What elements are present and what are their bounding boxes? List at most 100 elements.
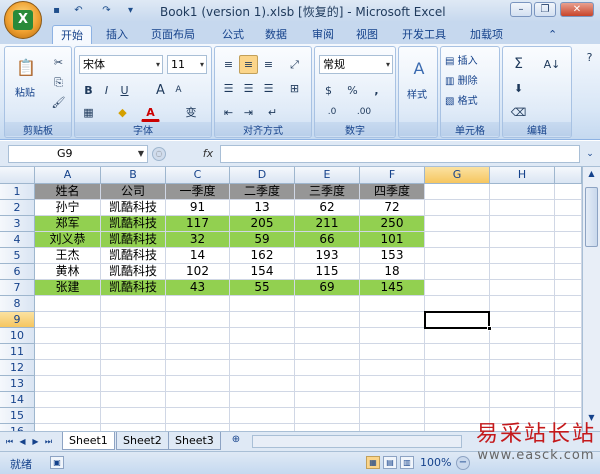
data-cell[interactable]: 孙宁 — [35, 200, 101, 216]
fill-handle[interactable] — [487, 326, 492, 331]
data-cell[interactable]: 张建 — [35, 280, 101, 296]
page-layout-view-icon[interactable]: ▤ — [383, 456, 397, 469]
close-button[interactable]: ✕ — [560, 2, 594, 17]
header-cell[interactable]: 公司 — [101, 184, 166, 200]
data-cell[interactable]: 62 — [295, 200, 360, 216]
cell[interactable] — [295, 392, 360, 408]
cell[interactable] — [425, 232, 490, 248]
row-header-6[interactable]: 6 — [0, 264, 35, 280]
cell[interactable] — [490, 328, 555, 344]
tab-7[interactable]: 视图 — [348, 25, 386, 44]
cell[interactable] — [230, 376, 295, 392]
cell[interactable] — [360, 360, 425, 376]
insert-function-button[interactable]: fx — [198, 145, 218, 163]
cell[interactable] — [490, 200, 555, 216]
formula-input[interactable] — [220, 145, 580, 163]
borders-icon[interactable]: ▦ — [79, 103, 98, 122]
data-cell[interactable]: 59 — [230, 232, 295, 248]
data-cell[interactable]: 凯酷科技 — [101, 232, 166, 248]
row-header-3[interactable]: 3 — [0, 216, 35, 232]
name-box-dropdown-icon[interactable]: ▼ — [138, 146, 144, 162]
sheet-tab-1[interactable]: Sheet1 — [62, 432, 115, 450]
data-cell[interactable]: 黄林 — [35, 264, 101, 280]
cell[interactable] — [555, 296, 582, 312]
row-header-12[interactable]: 12 — [0, 360, 35, 376]
zoom-level[interactable]: 100% — [420, 456, 451, 469]
tab-9[interactable]: 加载项 — [462, 25, 511, 44]
cell[interactable] — [555, 184, 582, 200]
tab-1[interactable]: 开始 — [52, 25, 92, 44]
header-cell[interactable]: 姓名 — [35, 184, 101, 200]
data-cell[interactable]: 刘义恭 — [35, 232, 101, 248]
data-cell[interactable]: 凯酷科技 — [101, 200, 166, 216]
data-cell[interactable]: 145 — [360, 280, 425, 296]
header-cell[interactable]: 四季度 — [360, 184, 425, 200]
row-header-15[interactable]: 15 — [0, 408, 35, 424]
cell[interactable] — [490, 264, 555, 280]
styles-icon[interactable]: A — [407, 55, 431, 83]
paste-button[interactable]: 粘贴 — [15, 85, 35, 103]
cell[interactable] — [490, 392, 555, 408]
column-header-h[interactable]: H — [490, 167, 555, 184]
row-header-4[interactable]: 4 — [0, 232, 35, 248]
row-header-9[interactable]: 9 — [0, 312, 35, 328]
cell[interactable] — [555, 264, 582, 280]
cell[interactable] — [166, 344, 230, 360]
cell[interactable] — [101, 296, 166, 312]
cell[interactable] — [230, 424, 295, 431]
last-sheet-icon[interactable]: ⏭ — [43, 435, 54, 448]
cell[interactable] — [35, 360, 101, 376]
insert-sheet-icon[interactable]: ⊕ — [228, 434, 244, 448]
minimize-ribbon-icon[interactable]: ⌃ — [540, 25, 565, 44]
cell[interactable] — [360, 296, 425, 312]
font-size-select[interactable]: 11 ▾ — [167, 55, 207, 74]
cell[interactable] — [166, 360, 230, 376]
select-all-button[interactable] — [0, 167, 35, 184]
column-header-b[interactable]: B — [101, 167, 166, 184]
row-header-10[interactable]: 10 — [0, 328, 35, 344]
cell[interactable] — [555, 392, 582, 408]
column-header-a[interactable]: A — [35, 167, 101, 184]
qat-customize-icon[interactable]: ▾ — [124, 4, 137, 17]
cell[interactable] — [166, 376, 230, 392]
decrease-indent-icon[interactable]: ⇤ — [219, 103, 238, 122]
tab-2[interactable]: 插入 — [98, 25, 136, 44]
cell[interactable] — [295, 312, 360, 328]
data-cell[interactable]: 凯酷科技 — [101, 216, 166, 232]
data-cell[interactable]: 32 — [166, 232, 230, 248]
fill-color-icon[interactable]: ◆ — [113, 103, 132, 122]
normal-view-icon[interactable]: ▦ — [366, 456, 380, 469]
tab-6[interactable]: 审阅 — [304, 25, 342, 44]
align-top-icon[interactable]: ≡ — [219, 55, 238, 74]
cell[interactable] — [101, 376, 166, 392]
data-cell[interactable]: 250 — [360, 216, 425, 232]
align-bottom-icon[interactable]: ≡ — [259, 55, 278, 74]
cell[interactable] — [230, 312, 295, 328]
cut-icon[interactable]: ✂ — [49, 53, 68, 72]
format-cells-button[interactable]: ▧ 格式 — [445, 93, 478, 111]
first-sheet-icon[interactable]: ⏮ — [4, 435, 15, 448]
merge-center-icon[interactable]: ⊞ — [285, 79, 304, 98]
cell[interactable] — [360, 408, 425, 424]
cell[interactable] — [166, 392, 230, 408]
sheet-tab-3[interactable]: Sheet3 — [168, 432, 221, 450]
cell[interactable] — [425, 344, 490, 360]
cell[interactable] — [101, 424, 166, 431]
cell[interactable] — [101, 312, 166, 328]
cell[interactable] — [490, 232, 555, 248]
clear-icon[interactable]: ⌫ — [509, 103, 528, 122]
insert-cells-button[interactable]: ▤ 插入 — [445, 53, 478, 71]
cell[interactable] — [230, 328, 295, 344]
cell[interactable] — [295, 296, 360, 312]
restore-button[interactable]: ❐ — [534, 2, 556, 17]
row-header-8[interactable]: 8 — [0, 296, 35, 312]
cell[interactable] — [555, 328, 582, 344]
cell[interactable] — [425, 392, 490, 408]
bold-button[interactable]: B — [79, 81, 98, 100]
column-header-f[interactable]: F — [360, 167, 425, 184]
cell[interactable] — [425, 264, 490, 280]
row-header-2[interactable]: 2 — [0, 200, 35, 216]
cell[interactable] — [295, 344, 360, 360]
cell[interactable] — [490, 376, 555, 392]
italic-button[interactable]: I — [97, 81, 116, 100]
